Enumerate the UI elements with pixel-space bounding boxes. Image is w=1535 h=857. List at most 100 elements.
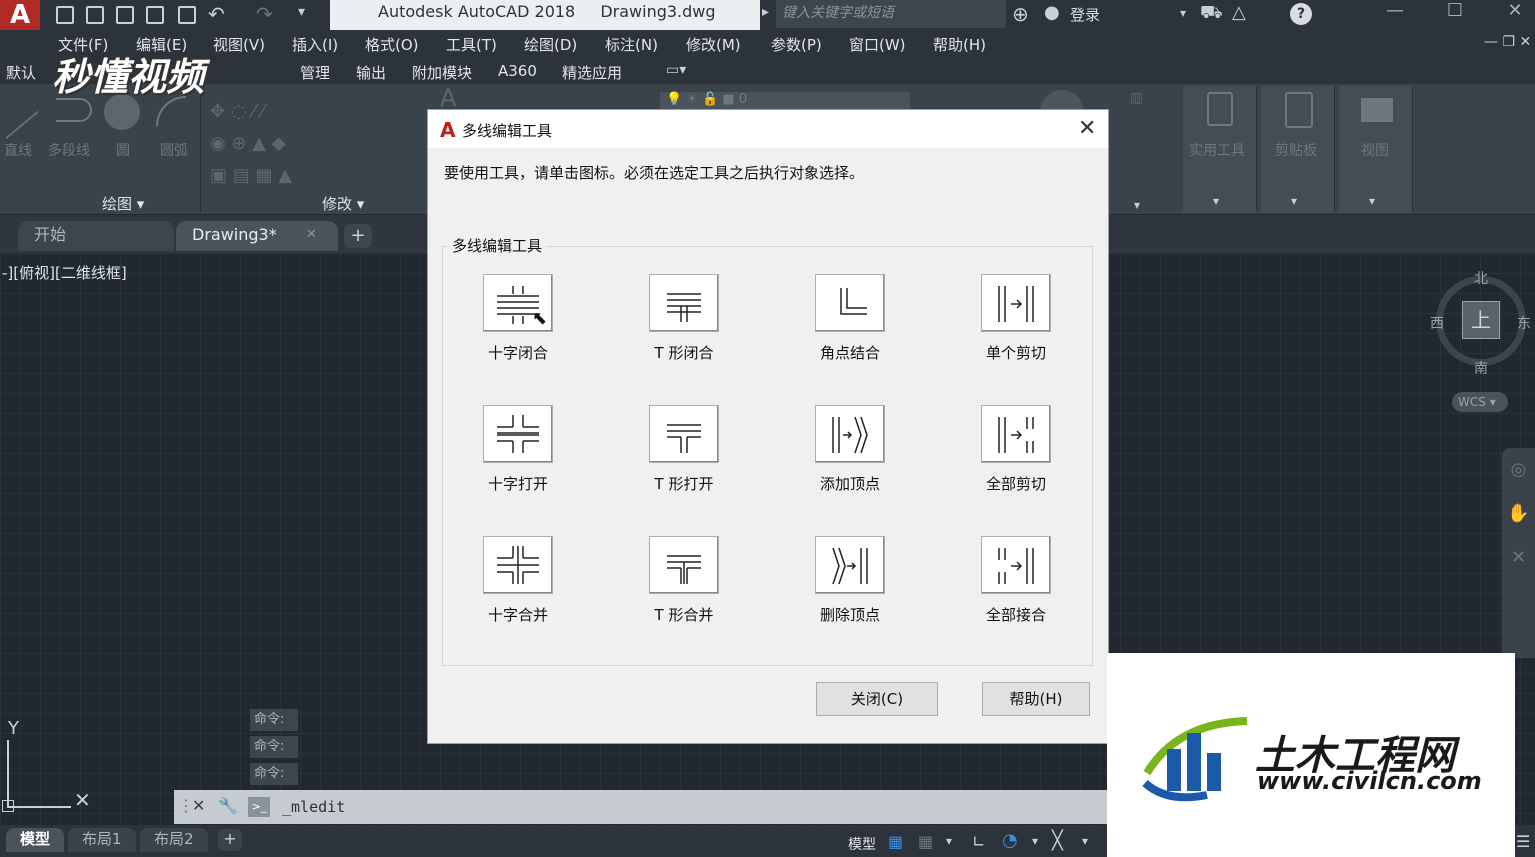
doc-window-controls[interactable]: — ❐ ✕ [1484, 34, 1531, 50]
search-input[interactable]: 键入关键字或短语 [776, 0, 1006, 28]
polar-tracking-icon[interactable]: ◔ [1002, 830, 1018, 851]
menu-insert[interactable]: 插入(I) [292, 34, 338, 55]
menu-modify[interactable]: 修改(M) [686, 34, 741, 55]
tool-corner-joint[interactable]: 角点结合 [800, 274, 900, 374]
isodraft-dropdown-icon[interactable]: ▾ [1082, 834, 1088, 848]
ribbon-tab-manage[interactable]: 管理 [300, 62, 330, 83]
menu-draw[interactable]: 绘图(D) [524, 34, 577, 55]
tab-close-icon[interactable]: ✕ [306, 221, 317, 249]
print-icon[interactable] [178, 6, 196, 24]
undo-icon[interactable]: ↶ [208, 2, 225, 26]
modify-tools-grid[interactable]: ✥ ◌ ⁄ ⁄ ◉ ⊕ ▲ ◆ ▣ ▤ ▦ ▲ [210, 96, 410, 186]
minimize-button[interactable]: — [1372, 0, 1418, 26]
panel-modify-title[interactable]: 修改 ▾ [322, 193, 364, 214]
menu-tools[interactable]: 工具(T) [446, 34, 497, 55]
a360-icon[interactable]: △ [1232, 2, 1246, 23]
binoculars-icon[interactable]: ⊕ [1012, 2, 1029, 26]
ribbon-tab-home[interactable]: 默认 [6, 62, 36, 83]
compass-west[interactable]: 西 [1430, 313, 1444, 333]
search-expand-icon[interactable]: ▸ [762, 4, 769, 20]
menu-view[interactable]: 视图(V) [213, 34, 265, 55]
tool-open-cross[interactable]: 十字打开 [468, 405, 568, 505]
tool-open-tee[interactable]: T 形打开 [634, 405, 734, 505]
add-layout-button[interactable]: + [218, 829, 242, 851]
snap-dropdown-icon[interactable]: ▾ [946, 834, 952, 848]
login-dropdown-icon[interactable]: ▾ [1180, 6, 1186, 20]
dialog-close-icon[interactable]: ✕ [1078, 116, 1096, 141]
viewport-controls[interactable]: -][俯视][二维线框] [2, 262, 127, 283]
ribbon-options-icon[interactable]: ▭▾ [666, 62, 686, 78]
tab-start[interactable]: 开始 [18, 221, 174, 251]
panel-clipboard[interactable]: 剪贴板 ▾ [1261, 86, 1335, 212]
login-link[interactable]: 登录 [1070, 4, 1100, 25]
panel-draw-title[interactable]: 绘图 ▾ [102, 193, 144, 214]
tab-drawing3[interactable]: Drawing3* ✕ [176, 221, 338, 251]
new-file-icon[interactable] [56, 6, 74, 24]
merged-cross-icon[interactable] [483, 536, 553, 594]
tool-merged-tee[interactable]: T 形合并 [634, 536, 734, 636]
corner-joint-icon[interactable] [815, 274, 885, 332]
open-cross-icon[interactable] [483, 405, 553, 463]
tool-delete-vertex[interactable]: 删除顶点 [800, 536, 900, 636]
layout-tab-model[interactable]: 模型 [6, 828, 65, 852]
tool-weld-all[interactable]: 全部接合 [966, 536, 1066, 636]
layout-tab-layout1[interactable]: 布局1 [68, 828, 136, 852]
tool-cut-single[interactable]: 单个剪切 [966, 274, 1066, 374]
ribbon-tab-featured[interactable]: 精选应用 [562, 62, 622, 83]
panel-clipboard-expand-icon[interactable]: ▾ [1291, 194, 1297, 208]
menu-window[interactable]: 窗口(W) [849, 34, 906, 55]
tool-closed-cross[interactable]: 十字闭合 [468, 274, 568, 374]
command-close-icon[interactable]: ✕ [192, 796, 205, 815]
menu-parametric[interactable]: 参数(P) [771, 34, 822, 55]
closed-tee-icon[interactable] [649, 274, 719, 332]
panel-view-expand-icon[interactable]: ▾ [1369, 194, 1375, 208]
menu-help[interactable]: 帮助(H) [933, 34, 986, 55]
open-tee-icon[interactable] [649, 405, 719, 463]
wcs-dropdown[interactable]: WCS ▾ [1452, 392, 1508, 412]
cart-icon[interactable]: ⛟ [1200, 2, 1223, 26]
help-icon[interactable]: ? [1290, 3, 1312, 25]
new-tab-button[interactable]: + [344, 224, 372, 248]
command-customize-icon[interactable]: 🔧 [218, 796, 238, 815]
close-button[interactable]: 关闭(C) [816, 682, 938, 716]
save-as-icon[interactable] [146, 6, 164, 24]
polyline-tool-icon[interactable] [56, 98, 92, 122]
panel-utilities[interactable]: 实用工具 ▾ [1183, 86, 1257, 212]
circle-tool-label[interactable]: 圆 [116, 140, 130, 160]
ortho-icon[interactable]: ∟ [972, 832, 985, 851]
merged-tee-icon[interactable] [649, 536, 719, 594]
redo-icon[interactable]: ↷ [256, 2, 273, 26]
tool-add-vertex[interactable]: 添加顶点 [800, 405, 900, 505]
tool-merged-cross[interactable]: 十字合并 [468, 536, 568, 636]
snap-icon[interactable]: ▦ [918, 832, 933, 851]
ribbon-tab-a360[interactable]: A360 [498, 62, 537, 80]
tool-closed-tee[interactable]: T 形闭合 [634, 274, 734, 374]
customize-status-icon[interactable]: ☰ [1516, 832, 1530, 851]
model-space-toggle[interactable]: 模型 [848, 834, 876, 854]
navigation-bar[interactable]: ◎ ✋ ✕ [1502, 448, 1535, 658]
ribbon-tab-output[interactable]: 输出 [356, 62, 386, 83]
polar-dropdown-icon[interactable]: ▾ [1032, 834, 1038, 848]
compass-north[interactable]: 北 [1474, 268, 1488, 288]
weld-all-icon[interactable] [981, 536, 1051, 594]
add-vertex-icon[interactable] [815, 405, 885, 463]
arc-tool-label[interactable]: 圆弧 [160, 140, 188, 160]
quick-access-dropdown-icon[interactable]: ▾ [298, 4, 305, 20]
panel-expand-icon[interactable]: ▾ [1134, 198, 1140, 212]
ribbon-tab-addins[interactable]: 附加模块 [412, 62, 472, 83]
save-icon[interactable] [116, 6, 134, 24]
panel-view[interactable]: 视图 ▾ [1339, 86, 1413, 212]
layout-tab-layout2[interactable]: 布局2 [140, 828, 208, 852]
compass-east[interactable]: 东 [1517, 313, 1531, 333]
viewcube-top-face[interactable]: 上 [1462, 301, 1500, 339]
cut-single-icon[interactable] [981, 274, 1051, 332]
maximize-button[interactable]: ☐ [1432, 0, 1478, 26]
grid-icon[interactable]: ▦ [888, 832, 903, 851]
close-window-button[interactable]: ✕ [1492, 0, 1535, 26]
menu-format[interactable]: 格式(O) [365, 34, 419, 55]
compass-south[interactable]: 南 [1474, 358, 1488, 378]
annotation-text-icon[interactable]: A [440, 84, 500, 112]
line-tool-label[interactable]: 直线 [4, 140, 32, 160]
isodraft-icon[interactable]: ╳ [1052, 830, 1063, 851]
command-input[interactable]: _mledit [282, 798, 345, 816]
